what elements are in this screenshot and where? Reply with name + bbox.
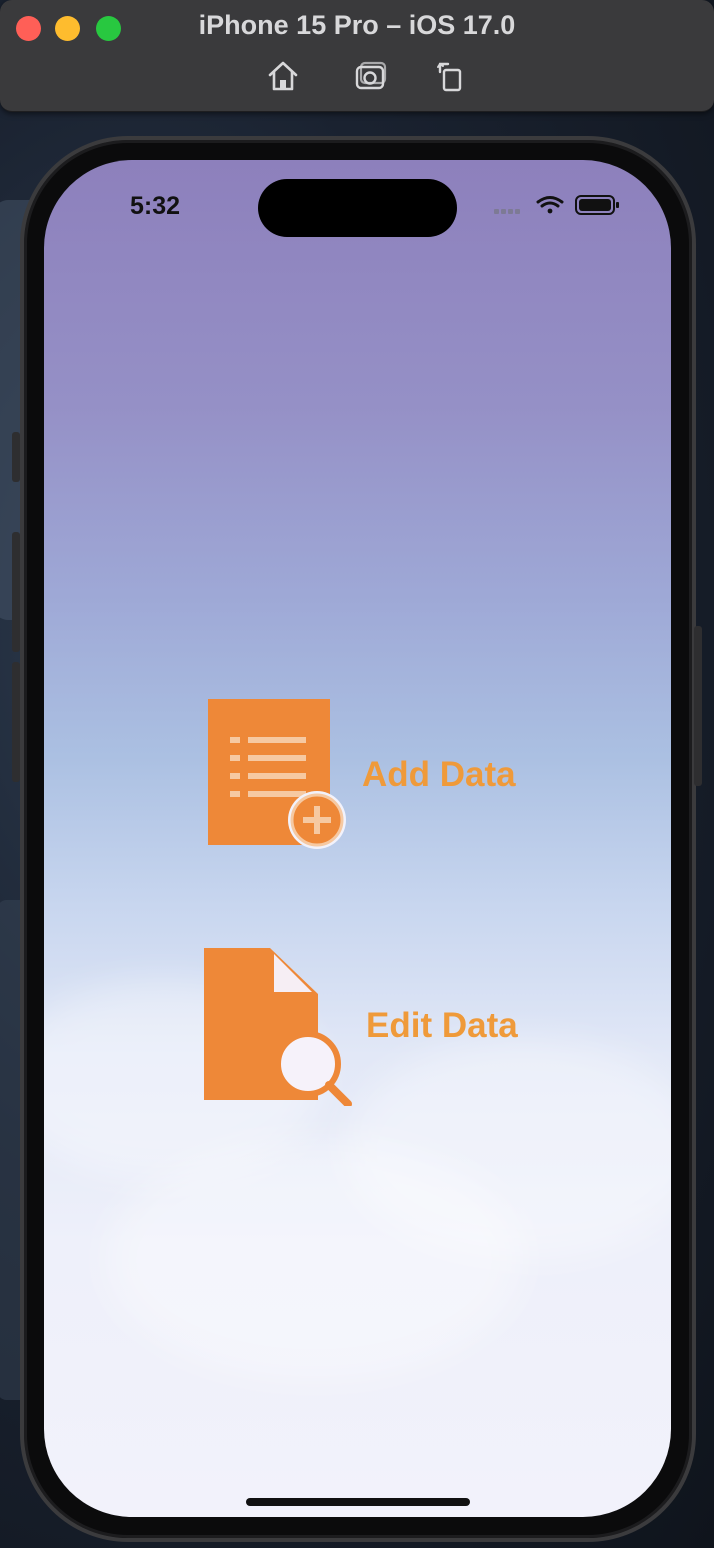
status-icons xyxy=(494,195,619,215)
document-add-icon xyxy=(208,699,346,849)
action-button[interactable] xyxy=(12,432,20,482)
edit-data-label: Edit Data xyxy=(366,1006,518,1045)
add-data-button[interactable]: Add Data xyxy=(206,697,516,853)
volume-down-button[interactable] xyxy=(12,662,20,782)
simulator-title-bar: iPhone 15 Pro – iOS 17.0 xyxy=(0,0,714,112)
home-icon xyxy=(268,61,298,91)
home-button[interactable] xyxy=(265,58,301,94)
signal-icon xyxy=(494,209,520,214)
status-time: 5:32 xyxy=(130,192,181,220)
side-power-button[interactable] xyxy=(694,626,702,786)
rotate-icon xyxy=(437,62,462,92)
wifi-icon xyxy=(536,196,564,214)
add-data-label: Add Data xyxy=(362,755,516,794)
screenshot-button[interactable] xyxy=(353,58,389,94)
edit-data-button[interactable]: Edit Data xyxy=(202,946,518,1106)
volume-up-button[interactable] xyxy=(12,532,20,652)
app-screen: 5:32 Add Data Edit Data xyxy=(44,160,671,1517)
home-indicator[interactable] xyxy=(246,1498,470,1506)
window-title: iPhone 15 Pro – iOS 17.0 xyxy=(198,10,516,40)
dynamic-island xyxy=(258,179,457,237)
document-search-icon xyxy=(204,948,352,1106)
battery-icon xyxy=(575,195,619,215)
rotate-button[interactable] xyxy=(434,58,470,94)
camera-icon xyxy=(355,61,387,90)
